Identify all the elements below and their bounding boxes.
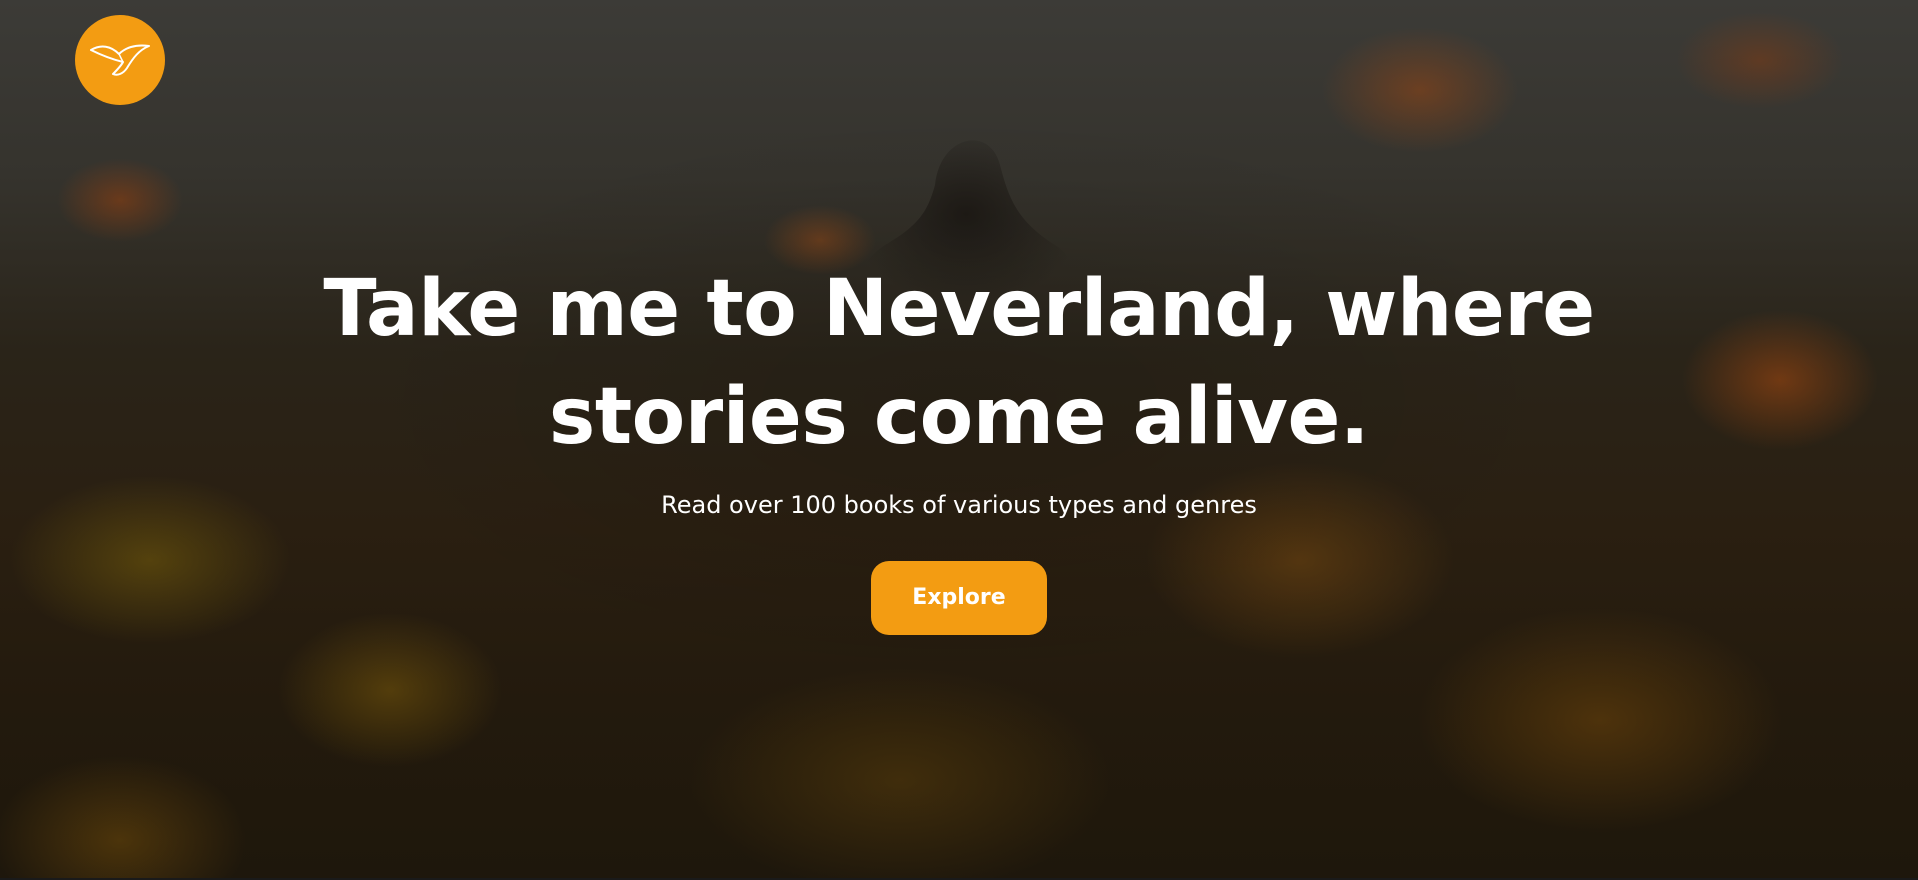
- logo[interactable]: [75, 15, 165, 105]
- explore-button[interactable]: Explore: [871, 561, 1047, 635]
- bird-icon: [90, 44, 150, 76]
- hero-content: Take me to Neverland, where stories come…: [0, 255, 1918, 635]
- hero-subtitle: Read over 100 books of various types and…: [661, 491, 1257, 519]
- hero-section: Take me to Neverland, where stories come…: [0, 0, 1918, 878]
- hero-headline: Take me to Neverland, where stories come…: [323, 264, 1595, 462]
